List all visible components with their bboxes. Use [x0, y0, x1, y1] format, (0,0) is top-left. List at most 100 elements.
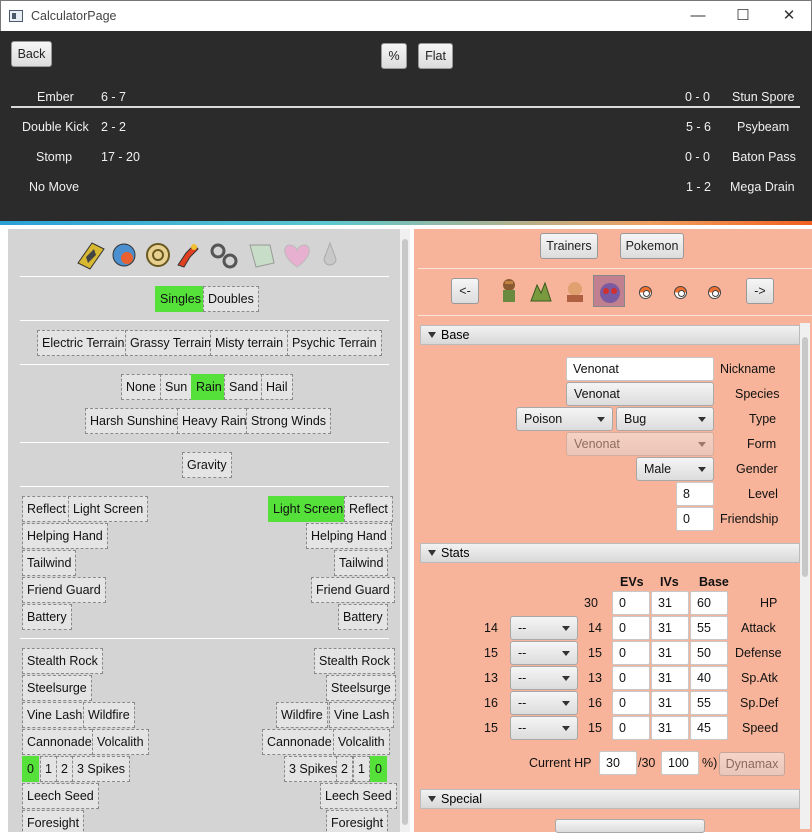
electric-seed-icon[interactable] [77, 242, 105, 270]
current-hp-input[interactable]: 30 [599, 751, 637, 775]
attack-base-input[interactable]: 55 [690, 616, 728, 640]
spatk-base-input[interactable]: 40 [690, 666, 728, 690]
hp-iv-input[interactable]: 31 [651, 591, 689, 615]
nickname-input[interactable]: Venonat [566, 357, 714, 381]
right-tailwind-toggle[interactable]: Tailwind [334, 550, 389, 576]
speed-ev-input[interactable]: 0 [612, 716, 650, 740]
left-volcalith-toggle[interactable]: Volcalith [92, 729, 149, 755]
left-spikes-1-toggle[interactable]: 1 [40, 756, 57, 782]
doubles-toggle[interactable]: Doubles [203, 286, 259, 312]
friendship-input[interactable]: 0 [676, 507, 714, 531]
defense-base-input[interactable]: 50 [690, 641, 728, 665]
singles-toggle[interactable]: Singles [155, 286, 206, 312]
move-left-4[interactable]: No Move [29, 180, 79, 194]
left-steelsurge-toggle[interactable]: Steelsurge [22, 675, 92, 701]
scrollbar-thumb[interactable] [402, 239, 408, 825]
minimize-icon[interactable]: — [688, 5, 708, 27]
weather-none-toggle[interactable]: None [121, 374, 161, 400]
right-volcalith-toggle[interactable]: Volcalith [333, 729, 390, 755]
speed-base-input[interactable]: 45 [690, 716, 728, 740]
claw-icon[interactable] [177, 244, 199, 268]
grass-pokemon-sprite-icon[interactable] [527, 277, 555, 305]
trainer-sprite-icon[interactable] [495, 277, 523, 305]
left-scrollbar[interactable] [400, 229, 410, 832]
weather-rain-toggle[interactable]: Rain [191, 374, 227, 400]
right-vine-lash-toggle[interactable]: Vine Lash [329, 702, 395, 728]
pokeball-slot-icon[interactable] [639, 286, 652, 299]
special-select[interactable] [555, 819, 705, 833]
gravity-toggle[interactable]: Gravity [182, 452, 232, 478]
left-spikes-0-toggle[interactable]: 0 [22, 756, 39, 782]
spatk-iv-input[interactable]: 31 [651, 666, 689, 690]
psychic-seed-icon[interactable] [112, 243, 136, 267]
weather-hail-toggle[interactable]: Hail [261, 374, 293, 400]
right-leech-seed-toggle[interactable]: Leech Seed [320, 783, 397, 809]
stats-section-header[interactable]: Stats [420, 543, 800, 563]
spdef-nature-select[interactable]: -- [510, 691, 578, 715]
move-left-2[interactable]: Double Kick [22, 120, 89, 134]
pokeball-slot-icon[interactable] [708, 286, 721, 299]
trainers-button[interactable]: Trainers [540, 233, 598, 259]
pokemon-button[interactable]: Pokemon [620, 233, 684, 259]
right-spikes-1-toggle[interactable]: 1 [353, 756, 370, 782]
harsh-sunshine-toggle[interactable]: Harsh Sunshine [85, 408, 184, 434]
defense-nature-select[interactable]: -- [510, 641, 578, 665]
right-scrollbar[interactable] [800, 323, 810, 829]
selected-pokemon-slot[interactable] [593, 275, 625, 307]
left-cannonade-toggle[interactable]: Cannonade [22, 729, 97, 755]
prev-pokemon-button[interactable]: <- [451, 278, 479, 304]
right-light-screen-toggle[interactable]: Light Screen [268, 496, 349, 522]
hp-percent-input[interactable]: 100 [661, 751, 699, 775]
left-reflect-toggle[interactable]: Reflect [22, 496, 71, 522]
base-section-header[interactable]: Base [420, 325, 800, 345]
right-cannonade-toggle[interactable]: Cannonade [262, 729, 337, 755]
spatk-ev-input[interactable]: 0 [612, 666, 650, 690]
psychic-terrain-toggle[interactable]: Psychic Terrain [287, 330, 382, 356]
next-pokemon-button[interactable]: -> [746, 278, 774, 304]
species-select[interactable]: Venonat [566, 382, 714, 406]
left-foresight-toggle[interactable]: Foresight [22, 810, 85, 832]
drop-icon[interactable] [323, 241, 337, 266]
attack-ev-input[interactable]: 0 [612, 616, 650, 640]
right-foresight-toggle[interactable]: Foresight [326, 810, 389, 832]
speed-nature-select[interactable]: -- [510, 716, 578, 740]
type2-select[interactable]: Bug [616, 407, 714, 431]
attack-nature-select[interactable]: -- [510, 616, 578, 640]
electric-terrain-toggle[interactable]: Electric Terrain [37, 330, 130, 356]
right-helping-hand-toggle[interactable]: Helping Hand [306, 523, 392, 549]
right-steelsurge-toggle[interactable]: Steelsurge [326, 675, 396, 701]
dynamax-button[interactable]: Dynamax [719, 752, 785, 776]
misty-terrain-toggle[interactable]: Misty terrain [210, 330, 289, 356]
defense-iv-input[interactable]: 31 [651, 641, 689, 665]
right-spikes-3-toggle[interactable]: 3 Spikes [284, 756, 342, 782]
right-reflect-toggle[interactable]: Reflect [344, 496, 393, 522]
hp-ev-input[interactable]: 0 [612, 591, 650, 615]
maximize-icon[interactable]: ☐ [733, 5, 753, 27]
right-friend-guard-toggle[interactable]: Friend Guard [311, 577, 395, 603]
fighting-pokemon-sprite-icon[interactable] [561, 277, 589, 305]
back-button[interactable]: Back [11, 41, 52, 67]
left-stealth-rock-toggle[interactable]: Stealth Rock [22, 648, 103, 674]
spdef-base-input[interactable]: 55 [690, 691, 728, 715]
hp-base-input[interactable]: 60 [690, 591, 728, 615]
grassy-terrain-toggle[interactable]: Grassy Terrain [125, 330, 217, 356]
gender-select[interactable]: Male [636, 457, 714, 481]
move-left-3[interactable]: Stomp [36, 150, 72, 164]
percent-button[interactable]: % [381, 43, 407, 69]
left-helping-hand-toggle[interactable]: Helping Hand [22, 523, 108, 549]
ring-target-icon[interactable] [210, 243, 238, 269]
spdef-iv-input[interactable]: 31 [651, 691, 689, 715]
right-battery-toggle[interactable]: Battery [338, 604, 388, 630]
spatk-nature-select[interactable]: -- [510, 666, 578, 690]
left-light-screen-toggle[interactable]: Light Screen [68, 496, 149, 522]
level-input[interactable]: 8 [676, 482, 714, 506]
move-right-3[interactable]: Baton Pass [732, 150, 796, 164]
move-right-2[interactable]: Psybeam [737, 120, 789, 134]
scroll-icon[interactable] [249, 244, 275, 268]
right-spikes-2-toggle[interactable]: 2 [336, 756, 353, 782]
left-spikes-2-toggle[interactable]: 2 [56, 756, 73, 782]
close-icon[interactable]: ✕ [779, 5, 799, 27]
strong-winds-toggle[interactable]: Strong Winds [246, 408, 332, 434]
weather-sand-toggle[interactable]: Sand [224, 374, 264, 400]
right-stealth-rock-toggle[interactable]: Stealth Rock [314, 648, 395, 674]
